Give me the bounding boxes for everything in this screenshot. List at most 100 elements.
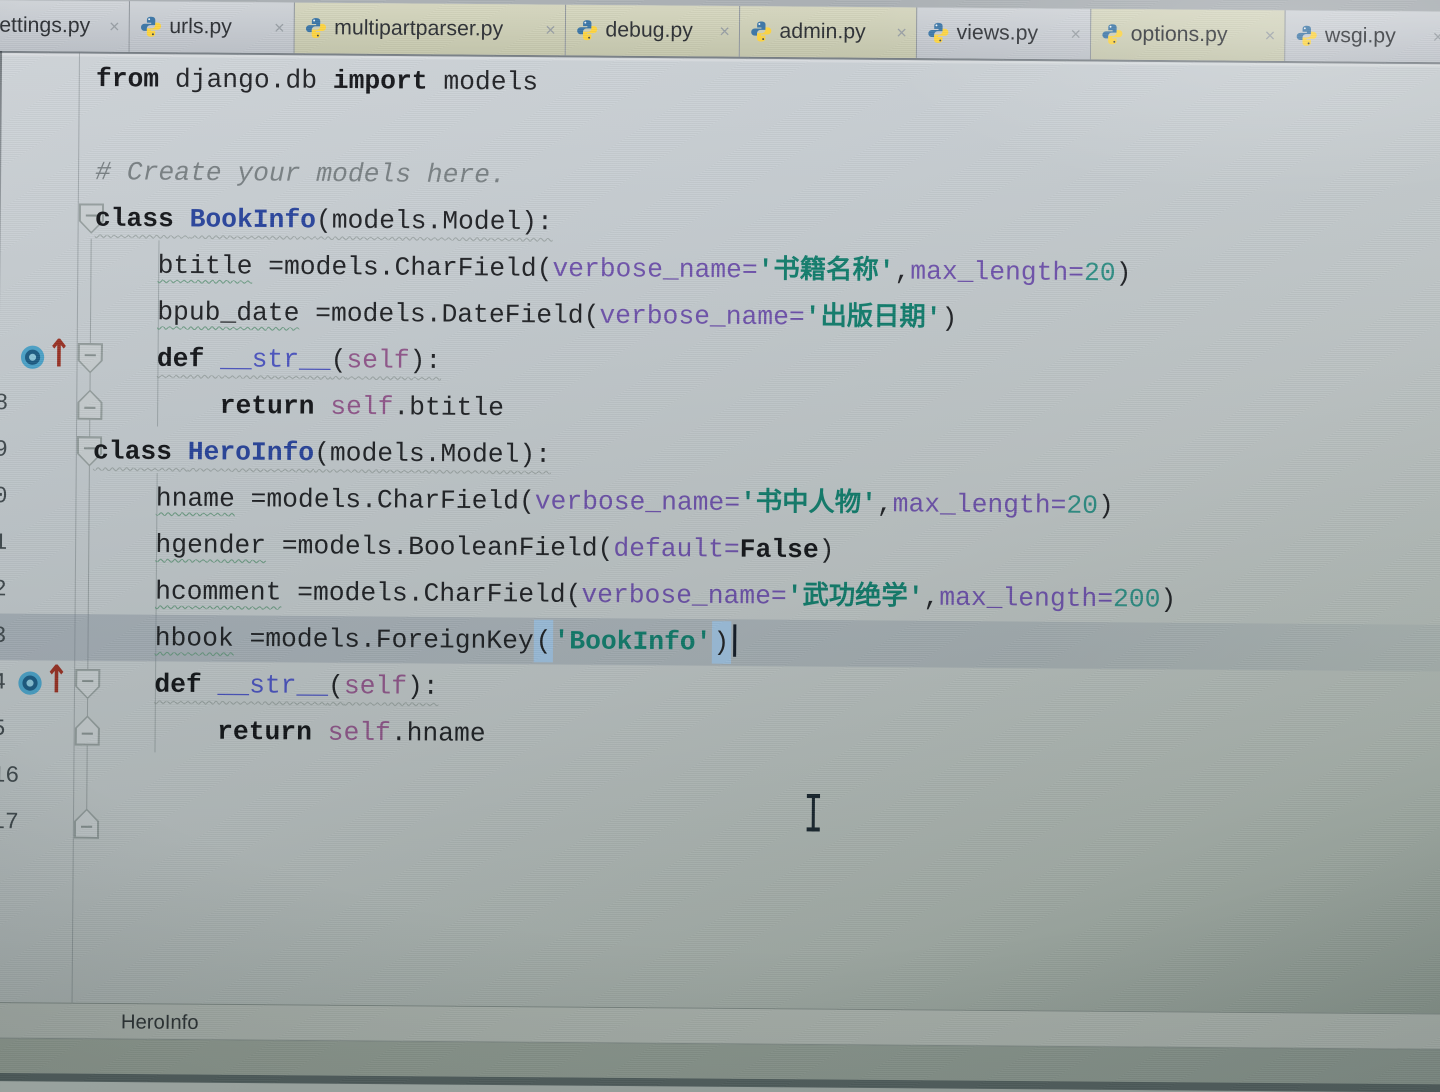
code-token: verbose_name=	[534, 486, 741, 519]
code-token: ):	[406, 671, 439, 702]
code-token: max_length=	[892, 488, 1067, 521]
tab-label: ettings.py	[0, 13, 91, 38]
code-token: hcomment	[155, 576, 282, 608]
editor-tab[interactable]: ettings.py ×	[0, 0, 130, 52]
code-fold-marker-icon[interactable]	[74, 808, 100, 839]
breadcrumb-item[interactable]: HeroInfo	[121, 1011, 199, 1035]
python-icon	[140, 16, 162, 38]
line-number: 1	[0, 529, 8, 556]
code-token: (	[330, 344, 347, 376]
code-token: 'BookInfo'	[553, 625, 712, 658]
tab-close-icon[interactable]: ×	[106, 16, 123, 37]
code-token: return	[219, 390, 331, 422]
code-token: =models.CharField(	[281, 577, 582, 611]
editor-tab[interactable]: urls.py ×	[129, 1, 295, 54]
code-token: self	[346, 345, 410, 376]
tab-label: views.py	[956, 20, 1039, 45]
code-token: self	[330, 391, 394, 423]
code-token: '出版日期'	[804, 302, 942, 334]
code-token: hname	[155, 483, 235, 515]
editor-tab[interactable]: wsgi.py ×	[1285, 10, 1440, 63]
code-text: class HeroInfo(models.Model):	[93, 428, 551, 478]
line-number: 16	[0, 762, 20, 789]
tab-label: urls.py	[169, 14, 232, 39]
pycharm-window: ettings.py × urls.py × multipartparser.p…	[0, 0, 1440, 1092]
override-method-gutter-icon[interactable]: ↑	[18, 658, 69, 703]
code-token: False	[739, 534, 819, 566]
code-editor[interactable]: from django.db import models # Create yo…	[0, 50, 1440, 1014]
code-token: =models.ForeignKey	[233, 623, 534, 657]
code-token: =models.CharField(	[234, 483, 535, 517]
tab-label: options.py	[1130, 22, 1228, 47]
code-token: =models.BooleanField(	[265, 530, 614, 564]
code-token: '武功绝学'	[786, 581, 924, 613]
override-up-arrow-icon: ↑	[43, 658, 70, 703]
code-token: .btitle	[393, 391, 505, 424]
line-number: 4	[0, 669, 7, 696]
code-text: btitle =models.CharField(verbose_name='书…	[94, 242, 1132, 297]
code-token: self	[327, 717, 391, 749]
python-icon	[576, 19, 598, 41]
code-token: (	[533, 619, 554, 663]
code-token: import	[332, 65, 428, 97]
editor-tab[interactable]: admin.py ×	[739, 6, 918, 59]
code-token: verbose_name=	[599, 300, 805, 333]
code-token: max_length=	[910, 256, 1085, 289]
tab-close-icon[interactable]: ×	[1262, 25, 1279, 46]
editor-tab[interactable]: multipartparser.py ×	[294, 2, 567, 56]
tab-close-icon[interactable]: ×	[716, 21, 733, 42]
override-up-arrow-icon: ↑	[46, 332, 72, 377]
code-token: def	[154, 669, 218, 701]
code-token: verbose_name=	[581, 579, 787, 612]
tab-close-icon[interactable]: ×	[271, 17, 288, 38]
tab-close-icon[interactable]: ×	[542, 19, 559, 40]
code-text: class BookInfo(models.Model):	[95, 195, 553, 245]
line-number: 17	[0, 808, 20, 836]
code-token: hgender	[155, 529, 267, 561]
code-token: hbook	[154, 622, 234, 654]
tab-label: admin.py	[779, 19, 866, 44]
code-token: (models.Model):	[315, 205, 553, 238]
editor-tab[interactable]: debug.py ×	[565, 4, 741, 57]
code-token: (models.Model):	[314, 437, 552, 471]
code-token: =models.DateField(	[299, 298, 600, 331]
code-token: ,	[894, 256, 911, 287]
tab-close-icon[interactable]: ×	[1430, 26, 1440, 47]
python-icon	[1296, 25, 1318, 47]
code-text: return self.hname	[91, 707, 486, 757]
python-icon	[305, 17, 327, 39]
code-text: hgender =models.BooleanField(default=Fal…	[92, 521, 834, 573]
line-number: 8	[0, 389, 9, 417]
mouse-ibeam-cursor	[804, 793, 822, 832]
python-icon	[750, 20, 772, 42]
tab-close-icon[interactable]: ×	[1067, 23, 1084, 44]
python-icon	[1101, 23, 1123, 45]
code-token: __str__	[217, 669, 329, 702]
override-method-gutter-icon[interactable]: ↑	[20, 332, 72, 377]
code-text: bpub_date =models.DateField(verbose_name…	[94, 288, 958, 341]
editor-tab[interactable]: views.py ×	[916, 7, 1092, 60]
code-token: )	[711, 621, 732, 664]
code-token: )	[1097, 490, 1114, 522]
tab-label: debug.py	[605, 18, 693, 43]
code-token: __str__	[220, 344, 331, 376]
line-number: 3	[0, 622, 7, 650]
code-token: class	[92, 436, 188, 468]
code-token: bpub_date	[157, 297, 300, 329]
code-text: # Create your models here.	[95, 149, 506, 199]
code-token: max_length=	[939, 582, 1114, 615]
code-token: def	[156, 343, 221, 375]
code-text: hbook =models.ForeignKey('BookInfo')	[91, 614, 737, 666]
code-token: btitle	[157, 250, 253, 282]
code-token: )	[1115, 257, 1132, 289]
text-caret	[733, 624, 737, 657]
tab-close-icon[interactable]: ×	[893, 22, 910, 43]
code-text: def __str__(self):	[91, 661, 439, 710]
code-token: 20	[1066, 490, 1099, 521]
override-circle-icon	[20, 345, 45, 369]
editor-tab[interactable]: options.py ×	[1090, 8, 1286, 61]
override-circle-icon	[18, 671, 42, 695]
code-text: from django.db import models	[96, 56, 539, 106]
code-token: )	[1160, 584, 1177, 615]
code-token: default=	[613, 533, 740, 565]
